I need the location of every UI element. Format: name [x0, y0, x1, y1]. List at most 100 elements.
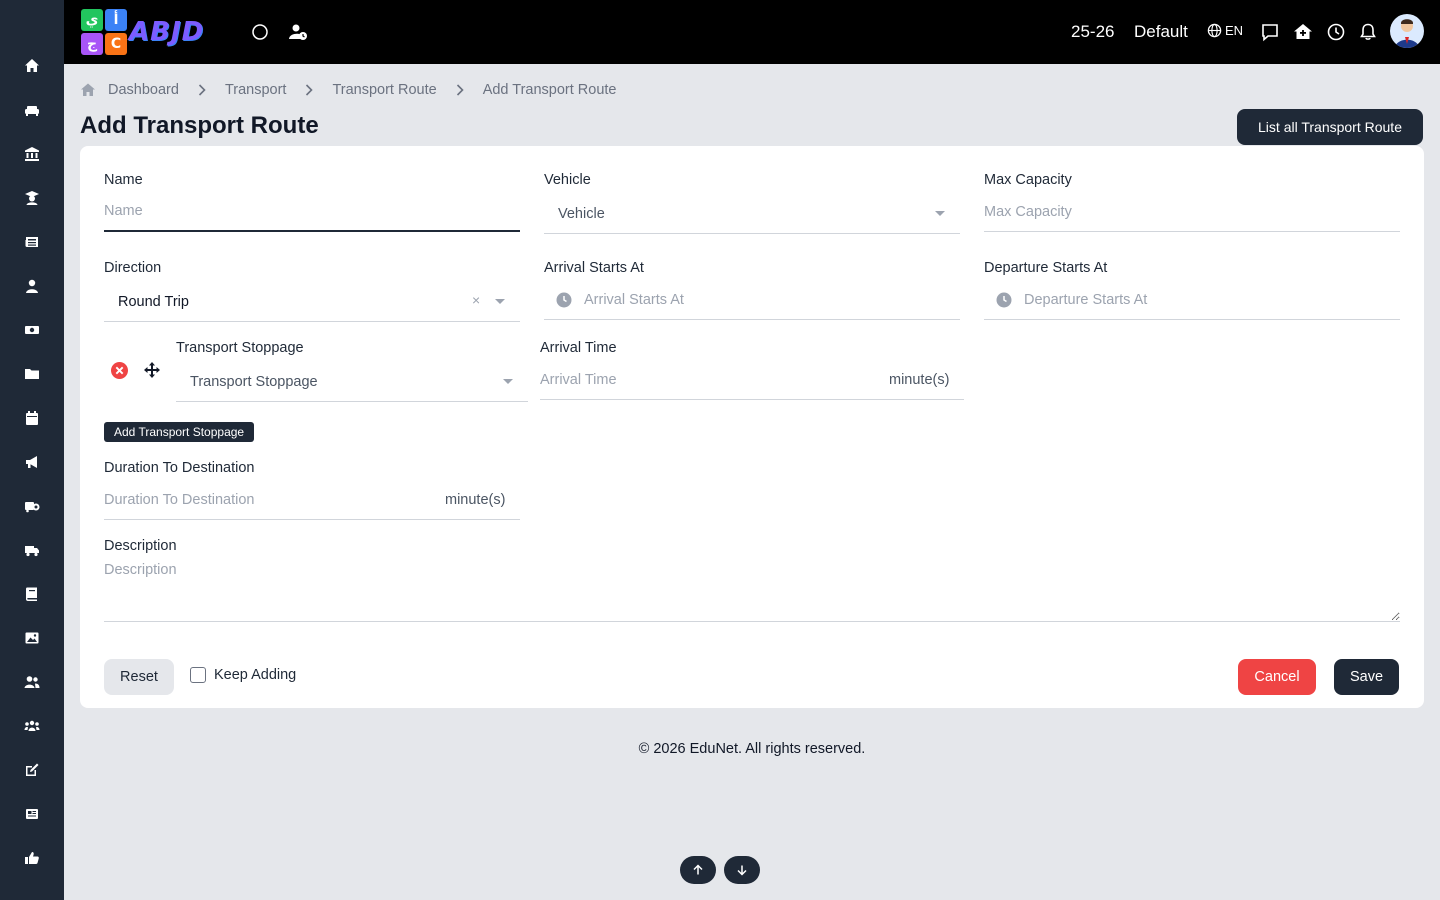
- clear-icon[interactable]: ×: [472, 292, 480, 308]
- direction-value: Round Trip: [118, 293, 189, 310]
- stoppage-label: Transport Stoppage: [176, 340, 304, 356]
- duration-field: minute(s): [104, 480, 520, 520]
- description-label: Description: [104, 538, 177, 554]
- money-icon[interactable]: [20, 318, 44, 342]
- clock-icon: [556, 292, 572, 307]
- newspaper-icon[interactable]: [20, 230, 44, 254]
- truck-icon[interactable]: [20, 538, 44, 562]
- book-icon[interactable]: [20, 582, 44, 606]
- home-icon[interactable]: [20, 54, 44, 78]
- users-icon[interactable]: [20, 670, 44, 694]
- circle-icon[interactable]: [248, 20, 272, 44]
- add-stoppage-button[interactable]: Add Transport Stoppage: [104, 422, 255, 442]
- megaphone-icon[interactable]: [20, 450, 44, 474]
- chevron-right-icon: [456, 84, 464, 96]
- scroll-up-button[interactable]: [680, 856, 716, 884]
- drag-handle-icon[interactable]: [143, 361, 161, 379]
- logo-tile: ي: [81, 9, 103, 31]
- keep-adding-checkbox[interactable]: [190, 667, 206, 683]
- edit-icon[interactable]: [20, 758, 44, 782]
- user-clock-icon[interactable]: [286, 20, 310, 44]
- keep-adding-label: Keep Adding: [214, 667, 297, 683]
- vehicle-placeholder: Vehicle: [558, 205, 605, 222]
- direction-label: Direction: [104, 260, 162, 276]
- image-icon[interactable]: [20, 626, 44, 650]
- sofa-icon[interactable]: [20, 98, 44, 122]
- name-label: Name: [104, 172, 143, 188]
- chevron-right-icon: [305, 84, 314, 96]
- name-input[interactable]: [104, 203, 520, 219]
- arrow-up-icon: [693, 864, 703, 875]
- stoppage-select[interactable]: Transport Stoppage: [176, 362, 528, 402]
- vehicle-select[interactable]: Vehicle: [544, 194, 960, 234]
- caret-down-icon: [935, 211, 945, 216]
- group-icon[interactable]: [20, 714, 44, 738]
- arrival-starts-input[interactable]: [584, 291, 960, 308]
- name-field: [104, 192, 520, 232]
- save-button[interactable]: Save: [1334, 659, 1399, 695]
- profile-name[interactable]: Default: [1134, 22, 1188, 42]
- stoppage-placeholder: Transport Stoppage: [190, 373, 318, 390]
- cancel-button[interactable]: Cancel: [1238, 659, 1316, 695]
- logo-tile: ج: [81, 33, 103, 55]
- chevron-right-icon: [198, 84, 206, 96]
- arrival-starts-label: Arrival Starts At: [544, 260, 644, 276]
- departure-starts-input[interactable]: [1024, 291, 1400, 308]
- keep-adding[interactable]: Keep Adding: [190, 667, 296, 683]
- logo-tile: أ: [105, 9, 127, 31]
- scroll-down-button[interactable]: [724, 856, 760, 884]
- max-capacity-label: Max Capacity: [984, 172, 1072, 188]
- departure-starts-label: Departure Starts At: [984, 260, 1108, 276]
- list-transport-route-button[interactable]: List all Transport Route: [1237, 109, 1423, 145]
- language-switcher[interactable]: EN: [1207, 23, 1243, 38]
- departure-starts-field: [984, 280, 1400, 320]
- graduate-icon[interactable]: [20, 186, 44, 210]
- arrival-time-input[interactable]: [540, 371, 870, 388]
- folder-icon[interactable]: [20, 362, 44, 386]
- chat-icon[interactable]: [1258, 20, 1282, 44]
- session-year[interactable]: 25-26: [1071, 22, 1114, 42]
- arrival-time-suffix: minute(s): [889, 372, 950, 388]
- breadcrumb-current: Add Transport Route: [482, 82, 617, 98]
- caret-down-icon: [503, 379, 513, 384]
- max-capacity-field: [984, 192, 1400, 232]
- breadcrumb-transport-route[interactable]: Transport Route: [332, 82, 436, 98]
- duration-suffix: minute(s): [445, 492, 506, 508]
- remove-stoppage-icon[interactable]: [111, 362, 128, 379]
- breadcrumb-transport[interactable]: Transport: [225, 82, 287, 98]
- app-logo[interactable]: ي أ ج C ABJD: [81, 8, 225, 56]
- vehicle-label: Vehicle: [544, 172, 591, 188]
- duration-label: Duration To Destination: [104, 460, 255, 476]
- caret-down-icon: [495, 299, 505, 304]
- thumbs-up-icon[interactable]: [20, 846, 44, 870]
- footer-copyright: © 2026 EduNet. All rights reserved.: [638, 741, 866, 757]
- max-capacity-input[interactable]: [984, 203, 1400, 220]
- calendar-icon[interactable]: [20, 406, 44, 430]
- school-home-icon[interactable]: [1291, 20, 1315, 44]
- direction-select[interactable]: Round Trip ×: [104, 282, 520, 322]
- bell-icon[interactable]: [1356, 20, 1380, 44]
- breadcrumb-home-icon[interactable]: [80, 82, 96, 98]
- news-icon[interactable]: [20, 802, 44, 826]
- logo-tile: C: [105, 33, 127, 55]
- reset-button[interactable]: Reset: [104, 659, 174, 695]
- globe-icon: [1207, 23, 1222, 38]
- avatar[interactable]: [1390, 14, 1424, 48]
- bus-school-icon[interactable]: [20, 494, 44, 518]
- top-bar: ي أ ج C ABJD 25-26 Default EN: [64, 0, 1440, 64]
- clock-icon[interactable]: [1324, 20, 1348, 44]
- form-card: Name Vehicle Vehicle Max Capacity Direct…: [80, 146, 1424, 708]
- clock-icon: [996, 292, 1012, 307]
- description-input[interactable]: [104, 560, 1400, 622]
- breadcrumb-dashboard[interactable]: Dashboard: [108, 82, 179, 98]
- duration-input[interactable]: [104, 491, 424, 508]
- language-label: EN: [1225, 23, 1244, 38]
- arrival-starts-field: [544, 280, 960, 320]
- breadcrumb: Dashboard Transport Transport Route Add …: [80, 81, 617, 99]
- arrow-down-icon: [737, 865, 747, 876]
- bank-icon[interactable]: [20, 142, 44, 166]
- page-title: Add Transport Route: [80, 112, 319, 139]
- logo-text: ABJD: [129, 17, 205, 47]
- arrival-time-label: Arrival Time: [540, 340, 617, 356]
- user-icon[interactable]: [20, 274, 44, 298]
